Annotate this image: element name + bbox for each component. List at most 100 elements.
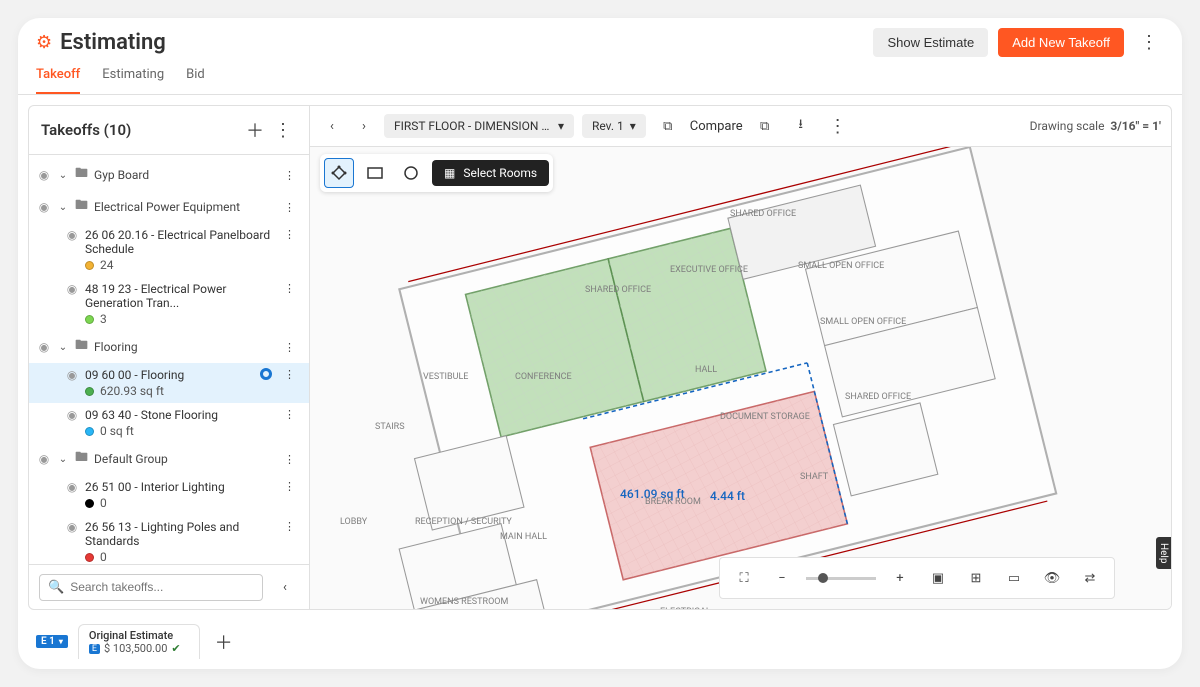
folder-icon: 🖿 [75, 164, 88, 186]
group-electrical[interactable]: ◉ ⌄ 🖿 Electrical Power Equipment ⋮ [29, 191, 309, 223]
room-label: SMALL OPEN OFFICE [820, 317, 906, 328]
download-icon[interactable]: ⭳ [787, 112, 815, 140]
group-more-icon[interactable]: ⋮ [278, 169, 301, 182]
rectangle-tool-button[interactable] [360, 158, 390, 188]
item-more-icon[interactable]: ⋮ [278, 282, 301, 295]
group-more-icon[interactable]: ⋮ [278, 341, 301, 354]
check-icon: ✔ [171, 642, 180, 655]
floorplan-canvas[interactable]: 461.09 sq ft 4.44 ft SHARED OFFICE EXECU… [310, 147, 1171, 609]
visibility-icon[interactable]: ◉ [65, 368, 79, 382]
tab-takeoff[interactable]: Takeoff [36, 67, 80, 94]
estimate-tab[interactable]: Original Estimate E$ 103,500.00 ✔ [78, 624, 200, 659]
room-label: BREAK ROOM [645, 497, 701, 508]
group-gyp-board[interactable]: ◉ ⌄ 🖿 Gyp Board ⋮ [29, 159, 309, 191]
compare-icon[interactable]: ⧉ [654, 112, 682, 140]
color-swatch [85, 261, 94, 270]
sidebar-title: Takeoffs (10) [41, 121, 241, 139]
visibility-icon[interactable]: ◉ [65, 480, 79, 494]
next-sheet-button[interactable]: › [352, 114, 376, 138]
room-label: SHARED OFFICE [730, 209, 796, 220]
zoom-out-icon[interactable]: − [768, 564, 796, 592]
item-more-icon[interactable]: ⋮ [278, 368, 301, 381]
room-label: WOMENS RESTROOM [420, 597, 508, 608]
room-label: CONFERENCE [515, 372, 572, 383]
fit-screen-icon[interactable]: ⛶ [730, 564, 758, 592]
grid-icon[interactable]: ⊞ [962, 564, 990, 592]
visibility-icon[interactable]: ◉ [37, 168, 51, 182]
chevron-down-icon[interactable]: ⌄ [57, 342, 69, 353]
room-label: RECEPTION / SECURITY [415, 517, 512, 528]
tab-estimating[interactable]: Estimating [102, 67, 164, 94]
prev-sheet-button[interactable]: ‹ [320, 114, 344, 138]
radio-selected-icon[interactable] [260, 368, 272, 380]
group-default[interactable]: ◉ ⌄ 🖿 Default Group ⋮ [29, 443, 309, 475]
item-more-icon[interactable]: ⋮ [278, 520, 301, 533]
help-tab[interactable]: Help [1156, 537, 1171, 569]
revision-selector[interactable]: Rev. 1 ▾ [582, 114, 646, 138]
gear-icon: ⚙ [36, 32, 52, 53]
chevron-down-icon[interactable]: ⌄ [57, 202, 69, 213]
crop-icon[interactable]: ▣ [924, 564, 952, 592]
visibility-icon[interactable]: ◉ [65, 520, 79, 534]
add-new-takeoff-button[interactable]: Add New Takeoff [998, 28, 1124, 57]
circle-tool-button[interactable] [396, 158, 426, 188]
eye-icon[interactable]: 👁 [1038, 564, 1066, 592]
color-swatch [85, 427, 94, 436]
takeoff-item[interactable]: ◉ 26 56 13 - Lighting Poles and Standard… [29, 515, 309, 564]
sheet-selector[interactable]: FIRST FLOOR - DIMENSION PLAN - ... ▾ [384, 114, 574, 138]
zoom-toolbar: ⛶ − + ▣ ⊞ ▭ 👁 ⇄ [719, 557, 1115, 599]
room-label: MAIN HALL [500, 532, 547, 543]
select-rooms-button[interactable]: ▦ Select Rooms [432, 160, 549, 186]
search-icon: 🔍 [48, 580, 64, 595]
search-takeoffs-input[interactable]: 🔍 [39, 574, 263, 601]
estimate-badge[interactable]: E 1▾ [36, 635, 68, 648]
visibility-icon[interactable]: ◉ [65, 282, 79, 296]
item-more-icon[interactable]: ⋮ [278, 228, 301, 241]
takeoff-item[interactable]: ◉ 09 63 40 - Stone Flooring 0 sq ft ⋮ [29, 403, 309, 443]
group-more-icon[interactable]: ⋮ [278, 453, 301, 466]
takeoff-item[interactable]: ◉ 26 51 00 - Interior Lighting 0 ⋮ [29, 475, 309, 515]
visibility-icon[interactable]: ◉ [37, 340, 51, 354]
swap-icon[interactable]: ⇄ [1076, 564, 1104, 592]
scale-value: 3/16" = 1' [1110, 119, 1161, 133]
room-label: VESTIBULE [423, 372, 468, 383]
visibility-icon[interactable]: ◉ [37, 200, 51, 214]
chevron-down-icon: ▾ [558, 119, 564, 133]
sidebar-more-icon[interactable]: ⋮ [269, 116, 297, 144]
color-swatch [85, 315, 94, 324]
chevron-down-icon[interactable]: ⌄ [57, 454, 69, 465]
takeoff-tree: ◉ ⌄ 🖿 Gyp Board ⋮ ◉ ⌄ 🖿 Electrical Power… [29, 155, 309, 564]
canvas-area: ‹ › FIRST FLOOR - DIMENSION PLAN - ... ▾… [310, 105, 1172, 610]
scale-label: Drawing scale [1030, 119, 1105, 133]
zoom-in-icon[interactable]: + [886, 564, 914, 592]
add-estimate-button[interactable]: ＋ [210, 628, 238, 656]
zoom-slider[interactable] [806, 577, 876, 580]
item-more-icon[interactable]: ⋮ [278, 480, 301, 493]
frame-icon[interactable]: ▭ [1000, 564, 1028, 592]
polygon-tool-button[interactable] [324, 158, 354, 188]
visibility-icon[interactable]: ◉ [37, 452, 51, 466]
takeoff-item[interactable]: ◉ 48 19 23 - Electrical Power Generation… [29, 277, 309, 331]
rooms-icon: ▦ [444, 166, 455, 180]
add-takeoff-button[interactable]: ＋ [241, 116, 269, 144]
page-title: Estimating [60, 30, 166, 55]
room-label: LOBBY [340, 517, 367, 528]
chevron-down-icon[interactable]: ⌄ [57, 170, 69, 181]
takeoff-item[interactable]: ◉ 26 06 20.16 - Electrical Panelboard Sc… [29, 223, 309, 277]
visibility-icon[interactable]: ◉ [65, 228, 79, 242]
visibility-icon[interactable]: ◉ [65, 408, 79, 422]
takeoff-item-selected[interactable]: ◉ 09 60 00 - Flooring 620.93 sq ft ⋮ [29, 363, 309, 403]
show-estimate-button[interactable]: Show Estimate [873, 28, 988, 57]
item-more-icon[interactable]: ⋮ [278, 408, 301, 421]
room-label: STAIRS [375, 422, 405, 433]
group-more-icon[interactable]: ⋮ [278, 201, 301, 214]
tab-bid[interactable]: Bid [186, 67, 205, 94]
collapse-sidebar-button[interactable]: ‹ [271, 573, 299, 601]
open-external-icon[interactable]: ⧉ [751, 112, 779, 140]
canvas-more-icon[interactable]: ⋮ [823, 116, 853, 137]
header-more-icon[interactable]: ⋮ [1134, 32, 1164, 53]
measurement-len: 4.44 ft [710, 489, 745, 503]
group-flooring[interactable]: ◉ ⌄ 🖿 Flooring ⋮ [29, 331, 309, 363]
main-tabs: Takeoff Estimating Bid [18, 57, 1182, 95]
compare-label[interactable]: Compare [690, 119, 743, 134]
